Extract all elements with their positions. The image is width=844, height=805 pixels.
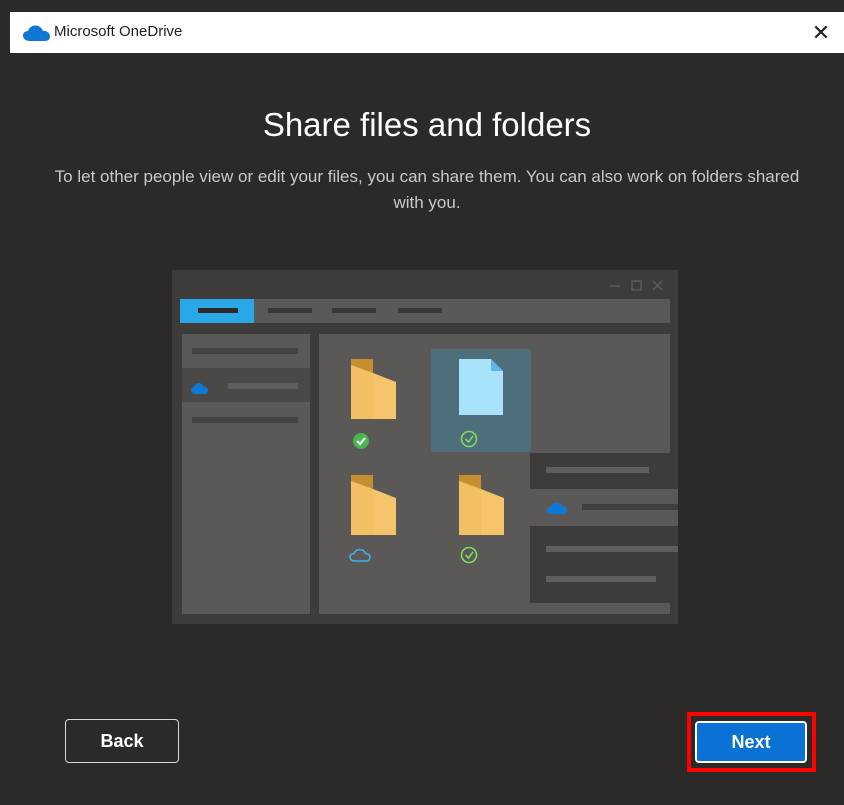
back-button[interactable]: Back [65, 719, 179, 763]
window-title: Microsoft OneDrive [54, 23, 183, 40]
onedrive-setup-window: Microsoft OneDrive ✕ Share files and fol… [10, 12, 844, 805]
title-bar: Microsoft OneDrive ✕ [10, 12, 844, 53]
synced-check-icon [353, 433, 369, 449]
next-button[interactable]: Next [695, 721, 807, 763]
page-heading: Share files and folders [262, 106, 592, 143]
file-explorer-illustration [172, 270, 678, 624]
page-description: To let other people view or edit your fi… [54, 167, 800, 212]
file-icon [459, 359, 503, 415]
context-menu [530, 453, 678, 603]
close-icon[interactable]: ✕ [798, 12, 844, 53]
onedrive-cloud-icon [23, 25, 50, 41]
